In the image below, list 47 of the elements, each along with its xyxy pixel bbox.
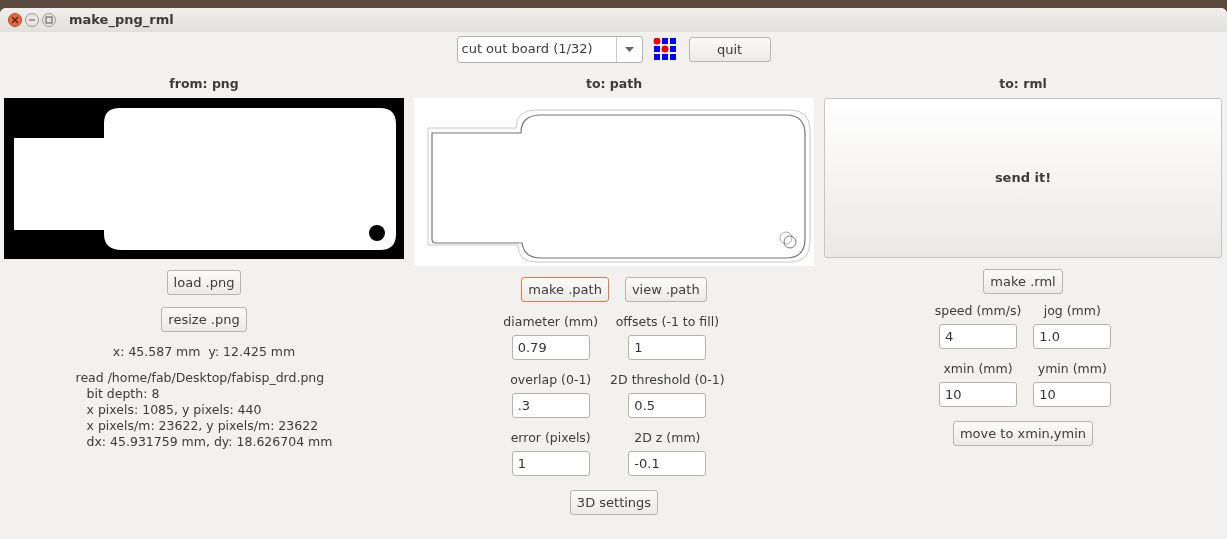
- file-info-text: x pixels: 1085, y pixels: 440: [85, 402, 262, 418]
- input-field[interactable]: 1.0: [1033, 324, 1112, 349]
- close-button[interactable]: [8, 13, 22, 27]
- field-label: offsets (-1 to fill): [615, 312, 720, 331]
- coordinates-text: x: 45.587 mm y: 12.425 mm: [112, 344, 296, 360]
- field-label: overlap (0-1): [510, 370, 592, 389]
- input-field[interactable]: 1: [628, 335, 707, 360]
- move-button[interactable]: move to xmin,ymin: [952, 421, 1094, 446]
- maximize-button[interactable]: [42, 13, 56, 27]
- column-heading: to: rml: [998, 74, 1048, 93]
- field-label: error (pixels): [510, 428, 591, 447]
- file-info-text: dx: 45.931759 mm, dy: 18.626704 mm: [85, 434, 333, 450]
- close-icon: [11, 16, 19, 24]
- settings-button[interactable]: 3D settings: [569, 490, 659, 515]
- input-field[interactable]: 10: [1033, 382, 1112, 407]
- quit-button[interactable]: quit: [688, 36, 771, 62]
- caret-icon: [624, 46, 634, 52]
- send-button[interactable]: send it!: [824, 98, 1222, 258]
- column-heading: from: png: [168, 74, 240, 93]
- input-field[interactable]: 0.79: [511, 335, 590, 360]
- path-button[interactable]: make .path: [521, 277, 609, 302]
- field-label: 2D threshold (0-1): [610, 370, 725, 389]
- window-title: make_png_rml: [69, 11, 174, 30]
- input-field[interactable]: 4: [939, 324, 1017, 349]
- grid-dots-icon: [652, 38, 679, 60]
- column-heading: to: path: [584, 74, 644, 93]
- file-info-text: x pixels/m: 23622, y pixels/m: 23622: [85, 418, 319, 434]
- field-label: 2D z (mm): [634, 428, 701, 447]
- input-field[interactable]: 0.5: [628, 393, 707, 418]
- path-button[interactable]: view .path: [624, 277, 707, 302]
- mode-dropdown[interactable]: cut out board (1/32): [456, 35, 643, 63]
- field-label: xmin (mm): [943, 359, 1013, 378]
- field-label: diameter (mm): [503, 312, 599, 331]
- field-label: jog (mm): [1043, 301, 1101, 320]
- minimize-icon: [28, 16, 36, 24]
- field-label: speed (mm/s): [934, 301, 1022, 320]
- png-button[interactable]: load .png: [166, 270, 242, 295]
- input-field[interactable]: .3: [511, 393, 590, 418]
- file-info-text: read /home/fab/Desktop/fabisp_drd.png: [75, 370, 325, 386]
- field-label: ymin (mm): [1037, 359, 1107, 378]
- png-button[interactable]: resize .png: [161, 307, 247, 332]
- input-field[interactable]: 1: [511, 451, 590, 476]
- file-info-text: bit depth: 8: [85, 386, 160, 402]
- input-field[interactable]: -0.1: [628, 451, 707, 476]
- input-field[interactable]: 10: [939, 382, 1017, 407]
- make-rml-button[interactable]: make .rml: [983, 269, 1063, 294]
- maximize-icon: [45, 16, 53, 24]
